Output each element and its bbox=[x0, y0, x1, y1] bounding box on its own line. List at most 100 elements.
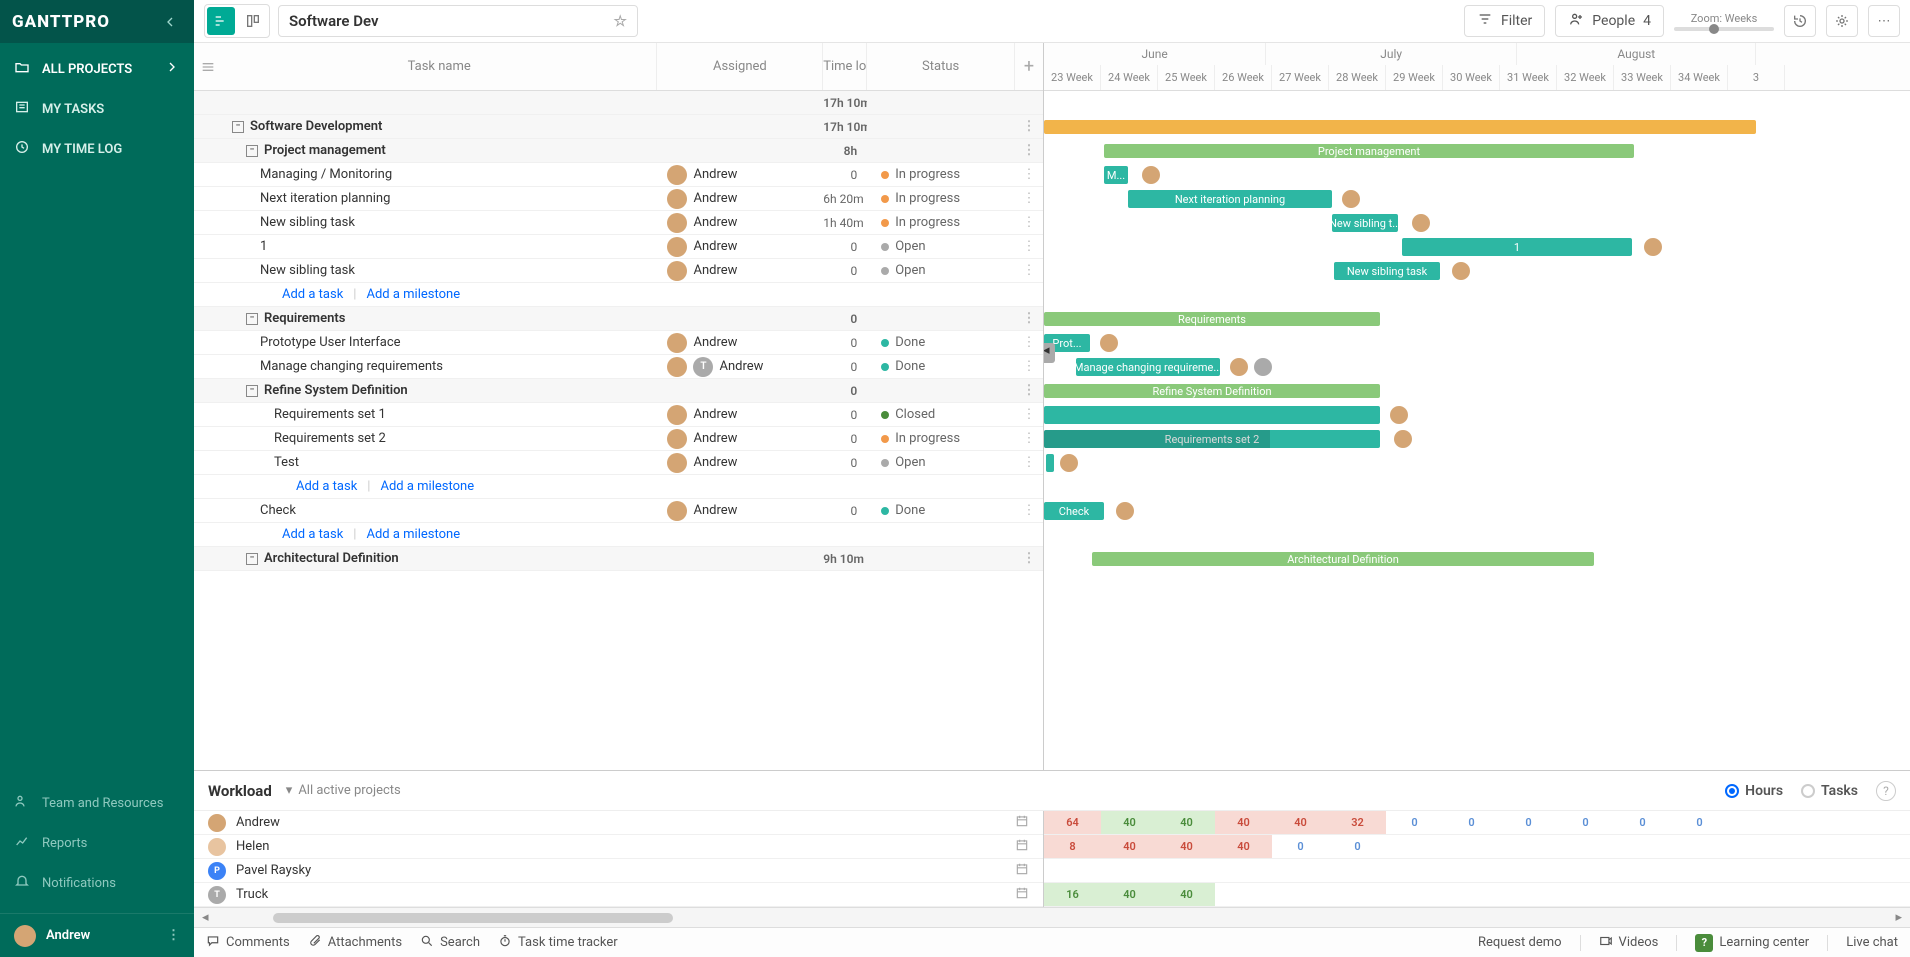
zoom-control[interactable]: Zoom: Weeks bbox=[1674, 12, 1774, 31]
workload-cell[interactable]: 0 bbox=[1386, 811, 1443, 834]
task-row[interactable]: New sibling taskAndrew1h 40mIn progress⋮ bbox=[194, 211, 1043, 235]
sidebar-item-my-time-log[interactable]: MY TIME LOG bbox=[0, 129, 194, 169]
toggle-icon[interactable]: − bbox=[246, 385, 258, 397]
workload-cell[interactable]: 0 bbox=[1500, 811, 1557, 834]
week-header[interactable]: 32 Week bbox=[1557, 65, 1614, 90]
workload-cell[interactable]: 0 bbox=[1443, 811, 1500, 834]
task-row[interactable]: Managing / MonitoringAndrew0In progress⋮ bbox=[194, 163, 1043, 187]
star-icon[interactable]: ☆ bbox=[614, 12, 627, 30]
gantt-bar[interactable]: Requirements set 2 bbox=[1044, 430, 1380, 448]
add-row[interactable]: Add a task|Add a milestone bbox=[194, 475, 1043, 499]
row-menu-icon[interactable]: ⋮ bbox=[1015, 311, 1043, 326]
week-header[interactable]: 24 Week bbox=[1101, 65, 1158, 90]
gantt-bar[interactable] bbox=[1044, 406, 1380, 424]
group-row[interactable]: −Requirements0⋮ bbox=[194, 307, 1043, 331]
row-menu-icon[interactable]: ⋮ bbox=[1015, 383, 1043, 398]
row-menu-icon[interactable]: ⋮ bbox=[1015, 455, 1043, 470]
scroll-left-icon[interactable]: ◂ bbox=[198, 910, 213, 925]
workload-cell[interactable]: 64 bbox=[1044, 811, 1101, 834]
footer-time-tracker[interactable]: Task time tracker bbox=[498, 934, 618, 952]
group-row[interactable]: −Refine System Definition0⋮ bbox=[194, 379, 1043, 403]
col-assigned[interactable]: Assigned bbox=[657, 43, 823, 90]
row-menu-icon[interactable]: ⋮ bbox=[1015, 359, 1043, 374]
gantt-bar[interactable]: Architectural Definition bbox=[1092, 552, 1594, 566]
calendar-icon[interactable] bbox=[1015, 814, 1029, 832]
history-icon[interactable] bbox=[1784, 5, 1816, 37]
add-task-link[interactable]: Add a task bbox=[282, 287, 343, 302]
gantt-bar[interactable] bbox=[1046, 454, 1054, 472]
footer-comments[interactable]: Comments bbox=[206, 934, 290, 952]
row-menu-icon[interactable]: ⋮ bbox=[1015, 431, 1043, 446]
week-header[interactable]: 23 Week bbox=[1044, 65, 1101, 90]
workload-cell[interactable]: 16 bbox=[1044, 883, 1101, 906]
scroll-right-icon[interactable]: ▸ bbox=[1891, 910, 1906, 925]
group-row[interactable]: −Project management8h⋮ bbox=[194, 139, 1043, 163]
filter-button[interactable]: Filter bbox=[1464, 5, 1545, 37]
gantt-bar[interactable]: Project management bbox=[1104, 144, 1634, 158]
board-view-button[interactable] bbox=[239, 7, 267, 35]
row-menu-icon[interactable]: ⋮ bbox=[1015, 215, 1043, 230]
task-row[interactable]: CheckAndrew0Done⋮ bbox=[194, 499, 1043, 523]
gantt-bar[interactable]: Requirements bbox=[1044, 312, 1380, 326]
add-milestone-link[interactable]: Add a milestone bbox=[380, 479, 474, 494]
footer-live-chat[interactable]: Live chat bbox=[1846, 935, 1898, 950]
footer-learning-center[interactable]: ?Learning center bbox=[1695, 934, 1809, 952]
task-row[interactable]: Next iteration planningAndrew6h 20mIn pr… bbox=[194, 187, 1043, 211]
workload-cell[interactable]: 40 bbox=[1215, 835, 1272, 858]
workload-person-row[interactable]: Helen bbox=[194, 835, 1043, 859]
gantt-bar[interactable]: Check bbox=[1044, 502, 1104, 520]
workload-cell[interactable]: 40 bbox=[1101, 883, 1158, 906]
task-row[interactable]: Requirements set 2Andrew0In progress⋮ bbox=[194, 427, 1043, 451]
workload-cell[interactable]: 0 bbox=[1329, 835, 1386, 858]
row-menu-icon[interactable]: ⋮ bbox=[1015, 551, 1043, 566]
row-menu-icon[interactable]: ⋮ bbox=[1015, 407, 1043, 422]
calendar-icon[interactable] bbox=[1015, 886, 1029, 904]
collapse-grid-handle[interactable]: ◂ bbox=[1044, 343, 1055, 363]
sidebar-item-my-tasks[interactable]: MY TASKS bbox=[0, 89, 194, 129]
workload-cell[interactable]: 40 bbox=[1158, 811, 1215, 834]
toggle-icon[interactable]: − bbox=[246, 313, 258, 325]
collapse-sidebar-icon[interactable] bbox=[158, 10, 182, 34]
col-task-name[interactable]: Task name bbox=[222, 43, 657, 90]
sidebar-user[interactable]: Andrew ⋮ bbox=[0, 913, 194, 957]
toggle-icon[interactable]: − bbox=[246, 145, 258, 157]
workload-cell[interactable]: 40 bbox=[1158, 835, 1215, 858]
week-header[interactable]: 31 Week bbox=[1500, 65, 1557, 90]
workload-person-row[interactable]: TTruck bbox=[194, 883, 1043, 907]
workload-cell[interactable]: 0 bbox=[1557, 811, 1614, 834]
week-header[interactable]: 29 Week bbox=[1386, 65, 1443, 90]
week-header[interactable]: 34 Week bbox=[1671, 65, 1728, 90]
grid-menu-icon[interactable] bbox=[194, 43, 222, 90]
col-time[interactable]: Time lo bbox=[823, 43, 867, 90]
add-column-icon[interactable]: + bbox=[1015, 43, 1043, 90]
more-icon[interactable]: ⋯ bbox=[1868, 5, 1900, 37]
group-row[interactable]: −Software Development17h 10m⋮ bbox=[194, 115, 1043, 139]
week-header[interactable]: 27 Week bbox=[1272, 65, 1329, 90]
workload-person-row[interactable]: PPavel Raysky bbox=[194, 859, 1043, 883]
task-row[interactable]: Prototype User InterfaceAndrew0Done⋮ bbox=[194, 331, 1043, 355]
workload-hours-radio[interactable]: Hours bbox=[1725, 783, 1783, 799]
footer-videos[interactable]: Videos bbox=[1599, 934, 1659, 952]
sidebar-item-notifications[interactable]: Notifications bbox=[0, 863, 194, 903]
week-header[interactable]: 26 Week bbox=[1215, 65, 1272, 90]
col-status[interactable]: Status bbox=[867, 43, 1015, 90]
settings-icon[interactable] bbox=[1826, 5, 1858, 37]
footer-attachments[interactable]: Attachments bbox=[308, 934, 402, 952]
workload-cell[interactable]: 0 bbox=[1272, 835, 1329, 858]
scroll-thumb[interactable] bbox=[273, 913, 673, 923]
row-menu-icon[interactable]: ⋮ bbox=[1015, 143, 1043, 158]
task-row[interactable]: TestAndrew0Open⋮ bbox=[194, 451, 1043, 475]
calendar-icon[interactable] bbox=[1015, 838, 1029, 856]
workload-person-row[interactable]: Andrew bbox=[194, 811, 1043, 835]
calendar-icon[interactable] bbox=[1015, 862, 1029, 880]
gantt-bar[interactable]: 1 bbox=[1402, 238, 1632, 256]
week-header[interactable]: 30 Week bbox=[1443, 65, 1500, 90]
task-row[interactable]: New sibling taskAndrew0Open⋮ bbox=[194, 259, 1043, 283]
row-menu-icon[interactable]: ⋮ bbox=[1015, 239, 1043, 254]
horizontal-scrollbar[interactable]: ◂ ▸ bbox=[194, 907, 1910, 927]
toggle-icon[interactable]: − bbox=[246, 553, 258, 565]
add-milestone-link[interactable]: Add a milestone bbox=[366, 287, 460, 302]
help-icon[interactable]: ? bbox=[1876, 781, 1896, 801]
add-task-link[interactable]: Add a task bbox=[282, 527, 343, 542]
row-menu-icon[interactable]: ⋮ bbox=[1015, 263, 1043, 278]
